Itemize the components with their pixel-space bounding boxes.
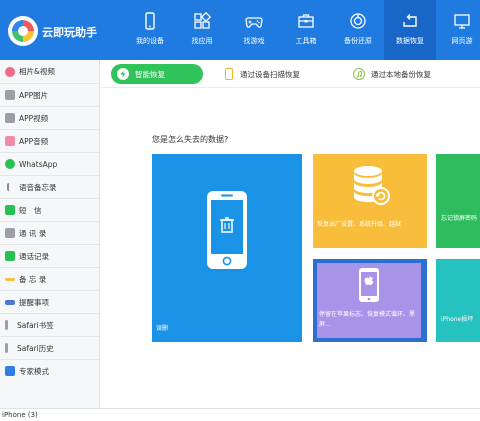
card-label: 停留在苹果标志、恢复模式循环、黑屏... (319, 311, 416, 328)
music-note-icon (353, 68, 365, 80)
app-title: 云即玩助手 (42, 26, 97, 39)
status-bar: iPhone (3) (0, 408, 480, 421)
nav-label: 找游戏 (243, 37, 265, 45)
phone-icon (145, 12, 155, 30)
main-nav: 我的设备 找应用 找游戏 工具箱 备份还原 数据恢复 网页游 (124, 0, 480, 60)
app-window: 云即玩助手 我的设备 找应用 找游戏 工具箱 备份还原 数据恢复 网页游 相片&… (0, 0, 480, 421)
voice-memo-icon (7, 183, 13, 191)
sidebar-item-label: 备 忘 录 (19, 274, 47, 284)
sidebar-item-photos[interactable]: 相片&视频 (0, 60, 99, 83)
sidebar-item-label: APP图片 (19, 90, 49, 100)
history-icon (5, 343, 8, 353)
scenario-card-iphone-damaged[interactable]: iPhone损坏 (436, 259, 480, 342)
contacts-icon (5, 228, 15, 238)
top-header: 云即玩助手 我的设备 找应用 找游戏 工具箱 备份还原 数据恢复 网页游 (0, 0, 480, 60)
sidebar-item-reminders[interactable]: 提醒事项 (0, 290, 99, 313)
tab-smart-recovery[interactable]: 智能恢复 (111, 64, 203, 84)
recovery-mode-tabs: 智能恢复 通过设备扫描恢复 通过本地备份恢复 (101, 60, 480, 88)
card-label: 误删 (156, 325, 169, 332)
sidebar-item-label: WhatsApp (19, 159, 58, 169)
phone-trash-icon (207, 191, 247, 269)
app-videos-icon (5, 113, 15, 123)
nav-label: 网页游 (451, 37, 473, 45)
nav-label: 找应用 (191, 37, 213, 45)
phone-apple-icon (359, 268, 379, 302)
sidebar-item-whatsapp[interactable]: WhatsApp (0, 152, 99, 175)
messages-icon (5, 205, 15, 215)
scenario-card-factory-reset[interactable]: 恢复出厂设置、系统升级、越狱 (313, 154, 427, 248)
sidebar-item-label: 专家模式 (19, 366, 49, 376)
sidebar-item-call-log[interactable]: 通话记录 (0, 244, 99, 267)
phone-call-icon (5, 251, 15, 261)
sidebar-item-label: 短 信 (19, 205, 42, 215)
app-images-icon (5, 90, 15, 100)
sidebar-item-app-images[interactable]: APP图片 (0, 83, 99, 106)
sidebar-item-messages[interactable]: 短 信 (0, 198, 99, 221)
sidebar-item-label: 通话记录 (19, 251, 49, 261)
whatsapp-icon (5, 159, 15, 169)
app-audio-icon (5, 136, 15, 146)
reminders-icon (5, 299, 15, 305)
nav-label: 工具箱 (295, 37, 317, 45)
scenario-card-accidental-delete[interactable]: 误删 (152, 154, 302, 342)
app-logo (8, 16, 38, 46)
scenario-card-stuck-apple-logo[interactable]: 停留在苹果标志、恢复模式循环、黑屏... (313, 259, 427, 342)
sidebar-item-voice-memos[interactable]: 语音备忘录 (0, 175, 99, 198)
gamepad-icon (245, 17, 263, 28)
sidebar-item-label: APP音频 (19, 136, 49, 146)
bookmark-icon (5, 320, 8, 330)
tab-label: 智能恢复 (135, 69, 165, 79)
photos-icon (5, 66, 15, 77)
nav-label: 备份还原 (344, 37, 372, 45)
nav-label: 我的设备 (136, 37, 164, 45)
nav-label: 数据恢复 (396, 37, 424, 45)
scenario-card-forgot-passcode[interactable]: 忘记锁屏密码 (436, 154, 480, 248)
nav-find-apps[interactable]: 找应用 (176, 0, 228, 60)
sidebar-item-expert-mode[interactable]: 专家模式 (0, 359, 99, 382)
card-label: iPhone损坏 (441, 316, 474, 323)
backup-icon (350, 13, 366, 29)
sidebar-item-notes[interactable]: 备 忘 录 (0, 267, 99, 290)
sidebar-item-label: 相片&视频 (19, 67, 55, 76)
sidebar-item-label: 通 讯 录 (19, 228, 47, 238)
sidebar-item-label: 提醒事项 (19, 297, 49, 307)
card-inner-panel: 停留在苹果标志、恢复模式循环、黑屏... (317, 263, 421, 338)
connected-device-label[interactable]: iPhone (3) (2, 411, 38, 419)
tab-local-backup[interactable]: 通过本地备份恢复 (353, 64, 431, 84)
toolbox-icon (298, 14, 314, 28)
sidebar-item-label: 语音备忘录 (19, 182, 57, 192)
lightning-icon (117, 68, 129, 80)
scenario-question: 您是怎么失去的数据? (152, 135, 229, 144)
recover-icon (403, 14, 417, 27)
sidebar-item-app-videos[interactable]: APP视频 (0, 106, 99, 129)
nav-web-games[interactable]: 网页游 (436, 0, 480, 60)
card-label: 恢复出厂设置、系统升级、越狱 (317, 221, 402, 228)
screen-icon (454, 14, 470, 29)
sidebar-item-safari-history[interactable]: Safari历史 (0, 336, 99, 359)
device-scan-icon (225, 68, 233, 80)
sidebar-item-label: APP视频 (19, 113, 49, 123)
database-reset-icon (353, 166, 390, 205)
sidebar-item-label: Safari历史 (17, 343, 54, 353)
tab-label: 通过设备扫描恢复 (240, 69, 300, 79)
sidebar-item-app-audio[interactable]: APP音频 (0, 129, 99, 152)
apps-icon (194, 12, 211, 29)
sidebar: 相片&视频 APP图片 APP视频 APP音频 WhatsApp 语音备忘录 短… (0, 60, 100, 408)
expert-mode-icon (5, 366, 15, 376)
tab-device-scan[interactable]: 通过设备扫描恢复 (225, 64, 300, 84)
notes-icon (5, 277, 15, 281)
card-label: 忘记锁屏密码 (441, 215, 478, 222)
nav-my-device[interactable]: 我的设备 (124, 0, 176, 60)
nav-find-games[interactable]: 找游戏 (228, 0, 280, 60)
nav-backup-restore[interactable]: 备份还原 (332, 0, 384, 60)
sidebar-item-label: Safari书签 (17, 320, 54, 330)
nav-data-recovery[interactable]: 数据恢复 (384, 0, 436, 60)
sidebar-item-contacts[interactable]: 通 讯 录 (0, 221, 99, 244)
sidebar-item-safari-bookmarks[interactable]: Safari书签 (0, 313, 99, 336)
nav-toolbox[interactable]: 工具箱 (280, 0, 332, 60)
tab-label: 通过本地备份恢复 (371, 69, 431, 79)
